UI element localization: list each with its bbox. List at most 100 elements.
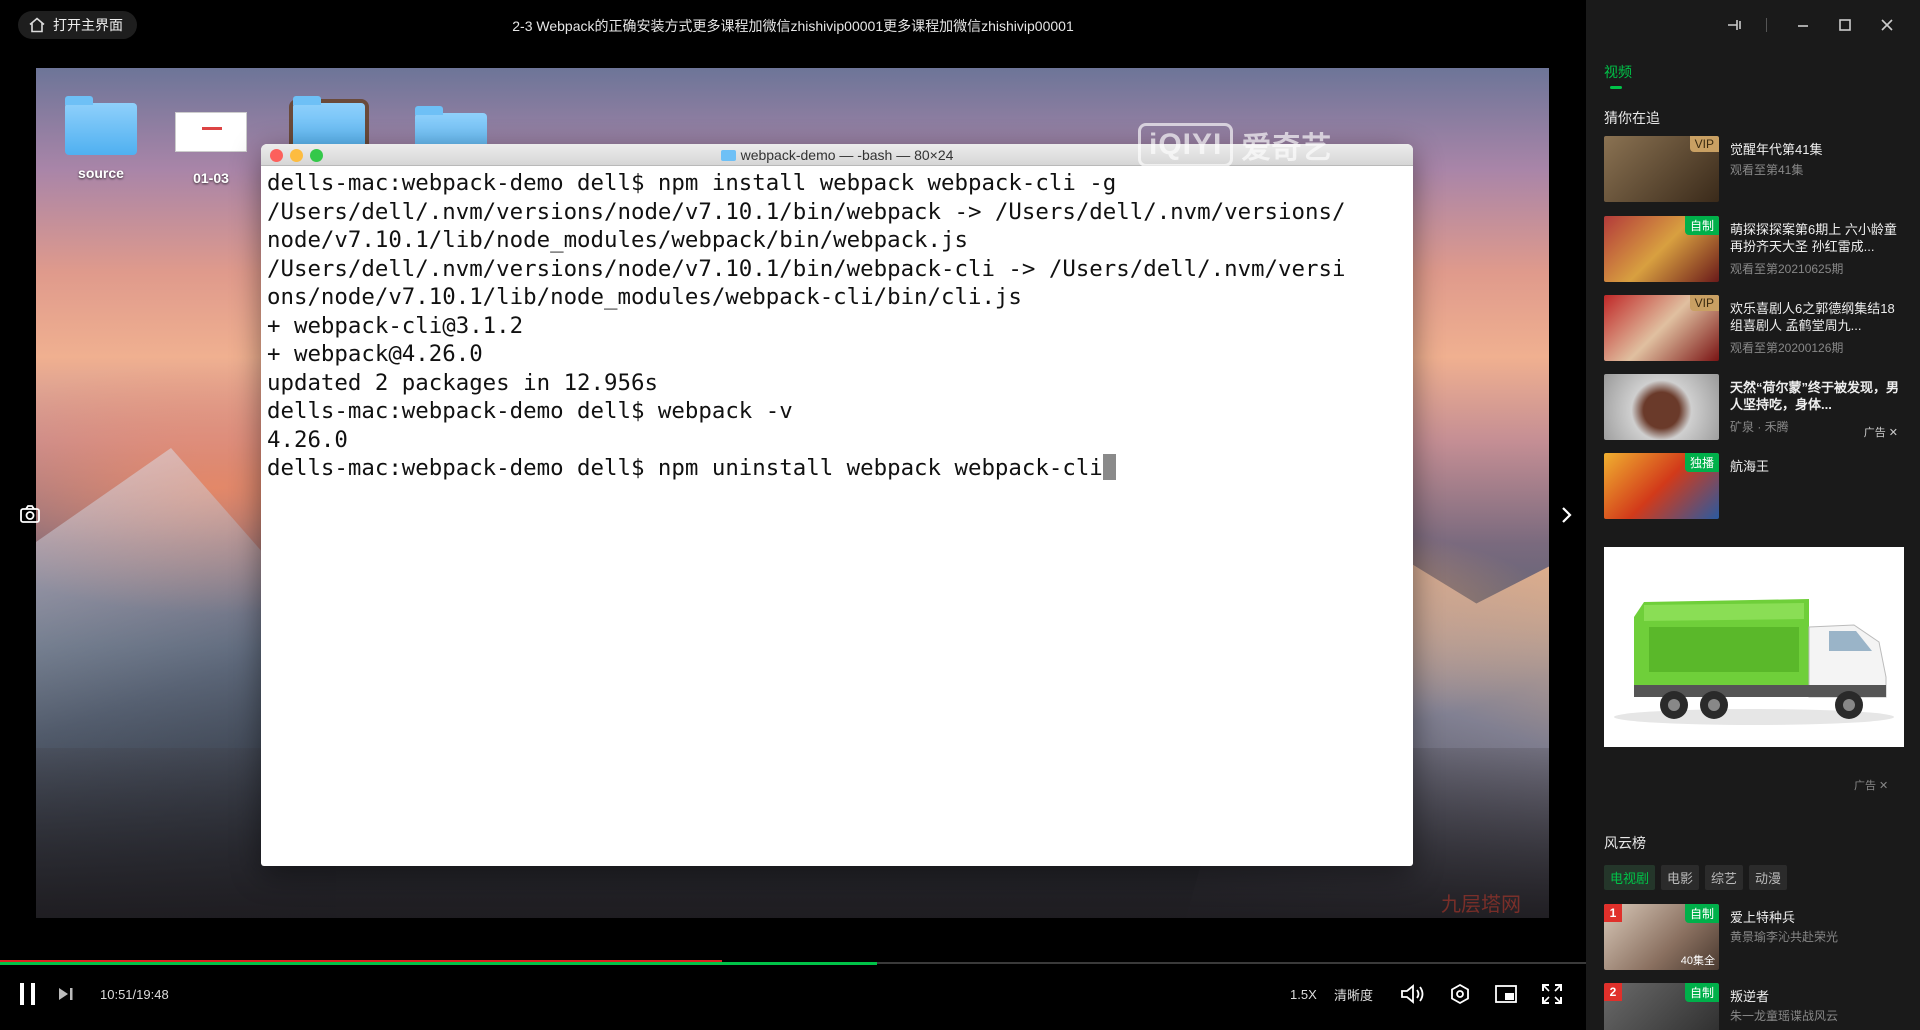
rank-item[interactable]: 2 自制 叛逆者 朱一龙童瑶谍战风云 — [1604, 983, 1904, 1030]
iqiyi-watermark: iQIYI 爱奇艺 — [1138, 123, 1331, 167]
recommend-sub: 矿泉 · 禾腾 — [1730, 420, 1789, 434]
corner-watermark: 九层塔网 — [1441, 894, 1521, 916]
rank-item[interactable]: 1 自制 40集全 爱上特种兵 黄景瑜李沁共赴荣光 — [1604, 904, 1904, 970]
rank-tab-anime[interactable]: 动漫 — [1749, 865, 1788, 890]
video-thumbnail: 2 自制 — [1604, 983, 1719, 1030]
recommend-sub: 观看至第20200126期 — [1730, 341, 1844, 355]
time-total: 19:48 — [136, 986, 169, 1002]
terminal-line: dells-mac:webpack-demo dell$ npm install… — [267, 170, 1117, 196]
recommend-sub: 观看至第41集 — [1730, 163, 1804, 177]
text-cursor — [1102, 454, 1116, 480]
desktop-icon-label: source — [78, 165, 124, 181]
speed-button[interactable]: 1.5X — [1290, 984, 1317, 1004]
rank-number: 2 — [1604, 983, 1622, 1001]
desktop-file-01-03: 01-03 — [166, 108, 256, 186]
terminal-title-text: webpack-demo — -bash — 80×24 — [740, 147, 954, 163]
rank-sub: 朱一龙童瑶谍战风云 — [1730, 1009, 1839, 1023]
recommend-item[interactable]: 独播 航海王 — [1604, 453, 1904, 519]
rank-title: 爱上特种兵 — [1730, 910, 1796, 925]
terminal-line: + webpack-cli@3.1.2 — [267, 312, 524, 339]
terminal-line: node/v7.10.1/lib/node_modules/webpack/bi… — [267, 227, 968, 253]
original-badge: 自制 — [1684, 216, 1719, 235]
picture-in-picture-icon — [1495, 985, 1517, 1003]
folder-icon — [720, 150, 736, 161]
desktop-icon-label: 01-03 — [193, 170, 229, 186]
settings-button[interactable] — [1448, 982, 1472, 1006]
episode-count: 40集全 — [1680, 955, 1715, 967]
recommend-ad-item[interactable]: 天然“荷尔蒙”终于被发现，男人坚持吃，身体... 矿泉 · 禾腾 广告 ✕ — [1604, 374, 1904, 440]
minimize-icon — [1798, 25, 1808, 27]
terminal-output: dells-mac:webpack-demo dell$ npm install… — [261, 166, 1413, 483]
pause-icon — [20, 983, 35, 1005]
screenshot-button[interactable] — [18, 502, 42, 526]
maximize-icon — [1839, 19, 1851, 31]
app-root: 打开主界面 2-3 Webpack的正确安装方式更多课程加微信zhishivip… — [0, 0, 1920, 1030]
terminal-line: 4.26.0 — [267, 426, 348, 453]
terminal-line: dells-mac:webpack-demo dell$ npm uninsta… — [267, 455, 1103, 481]
next-episode-button[interactable] — [56, 984, 76, 1004]
player-controls: 10:51 / 19:48 1.5X 清晰度 — [0, 972, 1586, 1030]
rank-tab-variety[interactable]: 综艺 — [1705, 865, 1744, 890]
mini-player-button[interactable] — [1494, 982, 1518, 1006]
video-thumbnail: 独播 — [1604, 453, 1719, 519]
recommend-sub: 观看至第20210625期 — [1730, 262, 1844, 276]
rank-tabs: 电视剧 电影 综艺 动漫 — [1604, 865, 1788, 890]
exclusive-badge: 独播 — [1684, 453, 1719, 472]
terminal-line: /Users/dell/.nvm/versions/node/v7.10.1/b… — [267, 255, 1346, 282]
ad-label: 广告 — [1854, 780, 1876, 792]
terminal-line: ons/node/v7.10.1/lib/node_modules/webpac… — [267, 284, 1022, 310]
video-title: 2-3 Webpack的正确安装方式更多课程加微信zhishivip00001更… — [512, 18, 1074, 34]
chevron-right-icon — [1562, 507, 1572, 523]
recommend-item[interactable]: VIP 觉醒年代第41集 观看至第41集 — [1604, 136, 1904, 202]
original-badge: 自制 — [1684, 904, 1719, 923]
folder-icon — [65, 96, 137, 155]
progress-bar[interactable] — [0, 960, 1586, 966]
original-badge: 自制 — [1684, 983, 1719, 1002]
close-icon — [1881, 19, 1893, 31]
skip-next-icon — [59, 988, 73, 1000]
volume-button[interactable] — [1400, 982, 1426, 1006]
pause-button[interactable] — [14, 980, 42, 1008]
expand-sidebar-button[interactable] — [1558, 500, 1576, 530]
video-thumbnail: VIP — [1604, 295, 1719, 361]
tab-indicator — [1610, 86, 1622, 89]
terminal-line: dells-mac:webpack-demo dell$ webpack -v — [267, 398, 793, 424]
maximize-button[interactable] — [1834, 14, 1856, 36]
recommend-title: 航海王 — [1730, 459, 1770, 474]
rank-tab-tv[interactable]: 电视剧 — [1604, 865, 1656, 890]
rank-tab-movie[interactable]: 电影 — [1661, 865, 1700, 890]
video-frame[interactable]: source 01-03 webpack-demo — -bash — 80×2… — [36, 68, 1549, 918]
ad-banner[interactable] — [1604, 547, 1904, 747]
settings-icon — [1451, 983, 1469, 1005]
close-button[interactable] — [1876, 14, 1898, 36]
volume-icon — [1401, 984, 1424, 1004]
ad-tag[interactable]: 广告 ✕ — [1864, 424, 1898, 440]
document-icon — [175, 112, 247, 152]
ad-tag[interactable]: 广告 ✕ — [1854, 777, 1888, 793]
ad-thumbnail — [1604, 374, 1719, 440]
time-current: 10:51 — [100, 986, 133, 1002]
recommend-item[interactable]: VIP 欢乐喜剧人6之郭德纲集结18组喜剧人 孟鹤堂周九... 观看至第2020… — [1604, 295, 1904, 361]
rank-sub: 黄景瑜李沁共赴荣光 — [1730, 930, 1839, 944]
vip-badge: VIP — [1689, 136, 1719, 152]
video-thumbnail: 1 自制 40集全 — [1604, 904, 1719, 970]
terminal-window: webpack-demo — -bash — 80×24 dells-mac:w… — [261, 144, 1413, 866]
tab-video[interactable]: 视频 — [1604, 62, 1632, 82]
terminal-prompt-line: dells-mac:webpack-demo dell$ npm uninsta… — [267, 454, 1407, 483]
recommend-item[interactable]: 自制 萌探探探案第6期上 六小龄童再扮齐天大圣 孙红雷成... 观看至第2021… — [1604, 216, 1904, 282]
speed-label: 1.5X — [1290, 986, 1317, 1002]
minimize-button[interactable] — [1792, 14, 1814, 36]
sidebar: 视频 猜你在追 VIP 觉醒年代第41集 观看至第41集 自制 萌探探探案第6期… — [1586, 0, 1920, 1030]
recommend-title: 觉醒年代第41集 — [1730, 142, 1823, 157]
recommend-heading: 猜你在追 — [1604, 110, 1660, 126]
fullscreen-button[interactable] — [1540, 982, 1564, 1006]
recommend-title: 萌探探探案第6期上 六小龄童再扮齐天大圣 孙红雷成... — [1730, 222, 1897, 254]
iqiyi-logo-text: 爱奇艺 — [1241, 132, 1332, 165]
window-controls — [1586, 0, 1920, 50]
recommend-title: 天然“荷尔蒙”终于被发现，男人坚持吃，身体... — [1730, 380, 1900, 412]
rank-title: 叛逆者 — [1730, 989, 1770, 1004]
quality-button[interactable]: 清晰度 — [1334, 984, 1373, 1004]
video-player: 打开主界面 2-3 Webpack的正确安装方式更多课程加微信zhishivip… — [0, 0, 1586, 1030]
pin-button[interactable] — [1724, 14, 1746, 36]
divider — [1764, 14, 1768, 36]
